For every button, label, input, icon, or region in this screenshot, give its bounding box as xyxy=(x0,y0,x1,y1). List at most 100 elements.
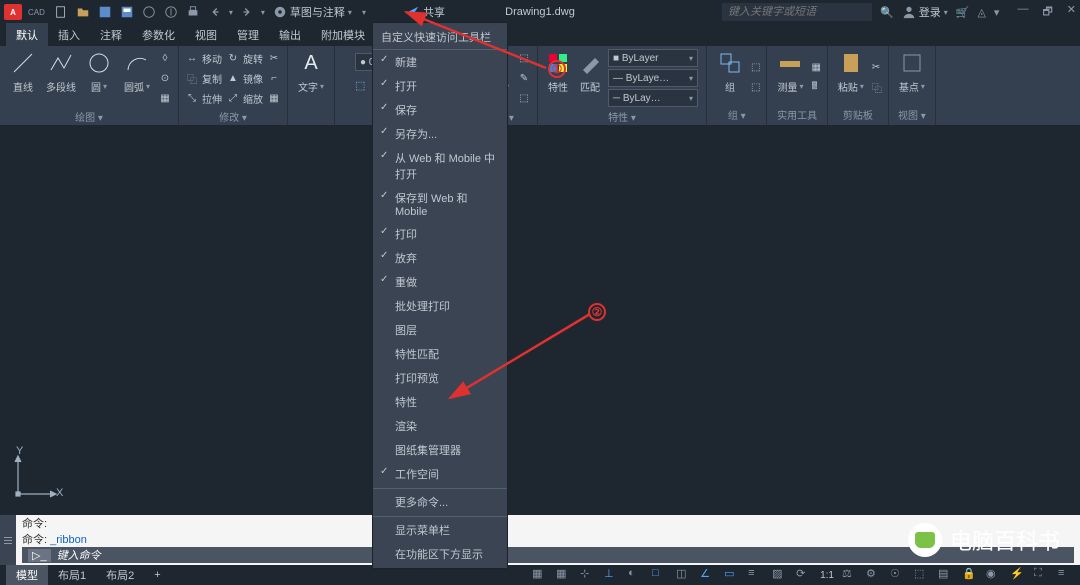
cleanscreen-icon[interactable]: ⛶ xyxy=(1034,567,1050,583)
autodesk-icon[interactable]: ◬ xyxy=(977,6,985,19)
login-button[interactable]: 登录 ▾ xyxy=(902,4,948,20)
measure-button[interactable]: 测量▾ xyxy=(773,49,807,105)
menu-item-matchprop[interactable]: 特性匹配 xyxy=(373,342,507,366)
rotate-button[interactable]: ↻旋转 xyxy=(226,49,263,67)
util-icon[interactable]: ▦ xyxy=(811,58,820,76)
menu-item-workspace[interactable]: ✓工作空间 xyxy=(373,462,507,486)
transparency-icon[interactable]: ▨ xyxy=(772,567,788,583)
color-selector[interactable]: ■ ByLayer▾ xyxy=(608,49,698,67)
tab-parametric[interactable]: 参数化 xyxy=(132,23,185,46)
lock-ui-icon[interactable]: 🔒 xyxy=(962,567,978,583)
menu-item-sheetset[interactable]: 图纸集管理器 xyxy=(373,438,507,462)
save-icon[interactable] xyxy=(97,4,113,20)
redo-icon[interactable] xyxy=(239,4,255,20)
menu-item-save[interactable]: ✓保存 xyxy=(373,98,507,122)
ortho-icon[interactable]: ⊥ xyxy=(604,567,620,583)
draw-more-2[interactable]: ⊙ xyxy=(158,69,172,87)
menu-item-print[interactable]: ✓打印 xyxy=(373,222,507,246)
add-layout-button[interactable]: + xyxy=(144,567,170,583)
autocad-logo-icon[interactable]: A xyxy=(4,4,22,20)
cycling-icon[interactable]: ⟳ xyxy=(796,567,812,583)
tab-manage[interactable]: 管理 xyxy=(227,23,269,46)
circle-button[interactable]: 圆▾ xyxy=(82,49,116,107)
menu-item-render[interactable]: 渲染 xyxy=(373,414,507,438)
open-icon[interactable] xyxy=(75,4,91,20)
dyn-icon[interactable]: ▭ xyxy=(724,567,740,583)
line-button[interactable]: 直线 xyxy=(6,49,40,107)
move-button[interactable]: ↔移动 xyxy=(185,49,222,67)
draw-more-1[interactable]: ◊ xyxy=(158,49,172,67)
layout1-tab[interactable]: 布局1 xyxy=(48,565,96,585)
polar-icon[interactable]: ◐ xyxy=(628,567,644,583)
help-icon[interactable]: ▾ xyxy=(994,6,1000,19)
cut-icon[interactable]: ✂ xyxy=(872,58,882,76)
util-icon[interactable]: 🖩 xyxy=(811,78,820,96)
osnap-icon[interactable]: □ xyxy=(652,567,668,583)
3dosnap-icon[interactable]: ◫ xyxy=(676,567,692,583)
scale-display[interactable]: 1:1 xyxy=(820,570,834,581)
web-save-icon[interactable] xyxy=(163,4,179,20)
linetype-selector[interactable]: ─ ByLay…▾ xyxy=(608,89,698,107)
cart-icon[interactable]: 🛒 xyxy=(956,6,970,19)
menu-item-webopen[interactable]: ✓从 Web 和 Mobile 中打开 xyxy=(373,146,507,186)
quickprops-icon[interactable]: ▤ xyxy=(938,567,954,583)
tab-default[interactable]: 默认 xyxy=(6,23,48,46)
block-edit-icon[interactable]: ✎ xyxy=(517,69,531,87)
properties-button[interactable]: 特性 xyxy=(544,49,572,107)
menu-item-layer[interactable]: 图层 xyxy=(373,318,507,342)
annomonitor-icon[interactable]: ☉ xyxy=(890,567,906,583)
dropdown-arrow-icon[interactable]: ▾ xyxy=(261,8,265,17)
tab-addins[interactable]: 附加模块 xyxy=(311,23,375,46)
menu-item-new[interactable]: ✓新建 xyxy=(373,50,507,74)
lineweight-selector[interactable]: — ByLaye…▾ xyxy=(608,69,698,87)
menu-item-props[interactable]: 特性 xyxy=(373,390,507,414)
stretch-button[interactable]: ⤡拉伸 xyxy=(185,89,222,107)
menu-item-showmenu[interactable]: 显示菜单栏 xyxy=(373,516,507,542)
isolate-icon[interactable]: ◉ xyxy=(986,567,1002,583)
fillet-button[interactable]: ⌐ xyxy=(267,69,281,87)
minimize-icon[interactable]: — xyxy=(1017,3,1028,22)
lwt-icon[interactable]: ≡ xyxy=(748,567,764,583)
base-button[interactable]: 基点▾ xyxy=(895,49,929,105)
block-create-icon[interactable]: ⬚ xyxy=(517,49,531,67)
menu-item-open[interactable]: ✓打开 xyxy=(373,74,507,98)
model-tab[interactable]: 模型 xyxy=(6,565,48,585)
share-button[interactable]: 共享 xyxy=(406,4,445,20)
workspace-icon[interactable]: ⚙ xyxy=(866,567,882,583)
copy-button[interactable]: ⿻复制 xyxy=(185,69,222,87)
annoscale-icon[interactable]: ⚖ xyxy=(842,567,858,583)
mirror-button[interactable]: ▲镜像 xyxy=(226,69,263,87)
arc-button[interactable]: 圆弧▾ xyxy=(120,49,154,107)
undo-icon[interactable] xyxy=(207,4,223,20)
polyline-button[interactable]: 多段线 xyxy=(44,49,78,107)
group-more-icon[interactable]: ⬚ xyxy=(751,78,760,96)
menu-item-saveas[interactable]: ✓另存为... xyxy=(373,122,507,146)
copy-icon[interactable]: ⿻ xyxy=(872,78,882,96)
search-input[interactable] xyxy=(722,3,872,21)
tab-insert[interactable]: 插入 xyxy=(48,23,90,46)
close-icon[interactable]: ✕ xyxy=(1067,3,1076,22)
web-open-icon[interactable] xyxy=(141,4,157,20)
tab-annotate[interactable]: 注释 xyxy=(90,23,132,46)
paste-button[interactable]: 粘贴▾ xyxy=(834,49,868,105)
new-icon[interactable] xyxy=(53,4,69,20)
drawing-area[interactable] xyxy=(0,128,1080,515)
menu-item-preview[interactable]: 打印预览 xyxy=(373,366,507,390)
search-icon[interactable]: 🔍 xyxy=(880,6,894,19)
text-button[interactable]: A文字▾ xyxy=(294,49,328,120)
menu-item-more[interactable]: 更多命令... xyxy=(373,488,507,514)
customize-icon[interactable]: ≡ xyxy=(1058,567,1074,583)
layer-tool-icon[interactable]: ⬚ xyxy=(355,79,365,92)
units-icon[interactable]: ⬚ xyxy=(914,567,930,583)
group-button[interactable]: 组 xyxy=(713,49,747,105)
tab-output[interactable]: 输出 xyxy=(269,23,311,46)
maximize-icon[interactable]: 🗗 xyxy=(1042,3,1052,22)
snap-icon[interactable]: ⊹ xyxy=(580,567,596,583)
saveas-icon[interactable] xyxy=(119,4,135,20)
group-more-icon[interactable]: ⬚ xyxy=(751,58,760,76)
menu-item-redo[interactable]: ✓重做 xyxy=(373,270,507,294)
command-handle[interactable] xyxy=(0,515,16,565)
scale-button[interactable]: ⤢缩放 xyxy=(226,89,263,107)
workspace-selector[interactable]: 草图与注释 ▾ xyxy=(273,4,352,20)
array-button[interactable]: ▦ xyxy=(267,89,281,107)
